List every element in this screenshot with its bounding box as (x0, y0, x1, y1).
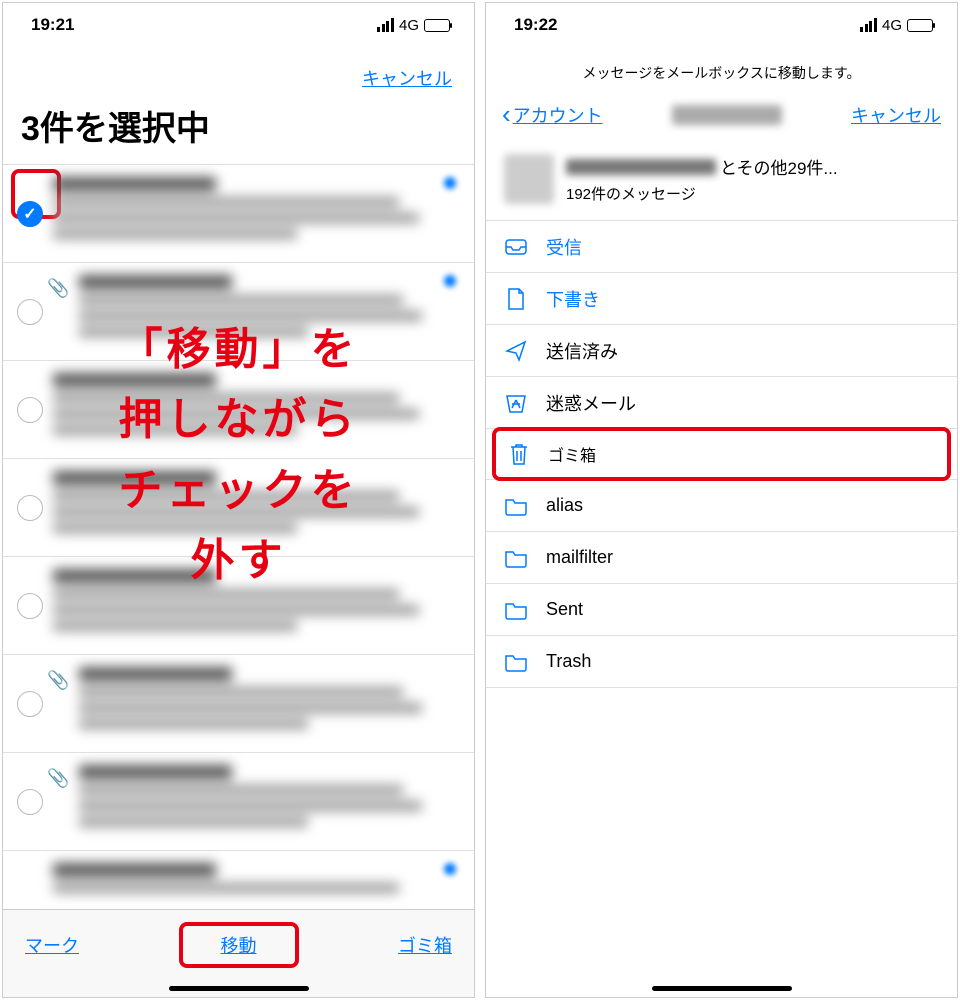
blurred-content (79, 667, 460, 729)
blurred-thumbnail (504, 154, 554, 204)
page-title: 3件を選択中 (3, 97, 474, 164)
battery-icon (424, 19, 450, 32)
mail-item[interactable] (3, 165, 474, 263)
folder-list: 受信 下書き 送信済み 迷惑メール ゴミ箱 alias mailfilter S… (486, 221, 957, 979)
folder-item[interactable]: mailfilter (486, 532, 957, 584)
folder-icon (504, 652, 528, 672)
attachment-icon: 📎 (47, 670, 69, 691)
mail-item[interactable] (3, 361, 474, 459)
blurred-sender (566, 159, 716, 175)
checkbox-icon[interactable] (17, 299, 43, 325)
attachment-icon: 📎 (47, 278, 69, 299)
blurred-content (53, 863, 460, 893)
folder-item[interactable]: alias (486, 480, 957, 532)
mail-list[interactable]: 📎 📎 (3, 164, 474, 909)
mark-button[interactable]: マーク (25, 932, 79, 958)
home-indicator (652, 986, 792, 991)
folder-icon (504, 496, 528, 516)
checkbox-icon[interactable] (17, 397, 43, 423)
folder-item-trash[interactable]: ゴミ箱 (486, 427, 957, 480)
chevron-left-icon: ‹ (502, 99, 511, 130)
back-label: アカウント (513, 102, 603, 128)
folder-item[interactable]: 送信済み (486, 325, 957, 377)
blurred-content (53, 569, 460, 631)
inbox-icon (504, 237, 528, 257)
phone-right: 19:22 4G メッセージをメールボックスに移動します。 ‹ アカウント キャ… (485, 2, 958, 998)
checkbox-icon[interactable] (17, 789, 43, 815)
folder-label: 下書き (546, 286, 600, 312)
status-bar: 19:21 4G (3, 3, 474, 47)
trash-icon (508, 442, 530, 466)
folder-label: Trash (546, 651, 591, 672)
cancel-button[interactable]: キャンセル (851, 102, 941, 128)
checkbox-icon[interactable] (17, 691, 43, 717)
folder-label: Sent (546, 599, 583, 620)
blurred-content (53, 471, 460, 533)
sent-icon (504, 339, 528, 363)
mail-item[interactable] (3, 851, 474, 909)
folder-item[interactable]: Sent (486, 584, 957, 636)
status-time: 19:21 (31, 15, 74, 35)
phone-left: 19:21 4G キャンセル 3件を選択中 📎 (2, 2, 475, 998)
summary-suffix: とその他29件... (720, 154, 838, 179)
back-button[interactable]: ‹ アカウント (502, 99, 603, 130)
mail-item[interactable]: 📎 (3, 263, 474, 361)
blurred-account-name (672, 105, 782, 125)
draft-icon (504, 287, 528, 311)
checkbox-icon[interactable] (17, 495, 43, 521)
checkbox-icon[interactable] (17, 593, 43, 619)
mail-item[interactable]: 📎 (3, 655, 474, 753)
nav-row: ‹ アカウント キャンセル (486, 93, 957, 144)
annotation-box-trash: ゴミ箱 (492, 427, 951, 481)
unread-dot-icon (444, 177, 456, 189)
blurred-content (79, 275, 460, 337)
mail-item[interactable]: 📎 (3, 753, 474, 851)
folder-item[interactable]: 下書き (486, 273, 957, 325)
folder-label: alias (546, 495, 583, 516)
folder-label: 送信済み (546, 338, 618, 364)
folder-label: 受信 (546, 234, 582, 260)
status-right: 4G (377, 17, 450, 34)
folder-label: ゴミ箱 (548, 442, 596, 466)
toolbar: マーク 移動 ゴミ箱 (3, 909, 474, 979)
status-time: 19:22 (514, 15, 557, 35)
mail-item[interactable] (3, 459, 474, 557)
unread-dot-icon (444, 863, 456, 875)
blurred-content (79, 765, 460, 827)
folder-icon (504, 600, 528, 620)
home-indicator (169, 986, 309, 991)
move-button[interactable]: 移動 (221, 932, 257, 958)
folder-label: 迷惑メール (546, 390, 636, 416)
page-subtitle: メッセージをメールボックスに移動します。 (486, 47, 957, 93)
signal-icon (377, 18, 394, 32)
network-label: 4G (882, 17, 902, 34)
junk-icon (504, 392, 528, 414)
battery-icon (907, 19, 933, 32)
folder-item[interactable]: 迷惑メール (486, 377, 957, 429)
blurred-content (53, 177, 460, 239)
signal-icon (860, 18, 877, 32)
unread-dot-icon (444, 275, 456, 287)
folder-label: mailfilter (546, 547, 613, 568)
network-label: 4G (399, 17, 419, 34)
mail-item[interactable] (3, 557, 474, 655)
folder-item[interactable]: 受信 (486, 221, 957, 273)
status-bar: 19:22 4G (486, 3, 957, 47)
blurred-content (53, 373, 460, 435)
attachment-icon: 📎 (47, 768, 69, 789)
cancel-button[interactable]: キャンセル (362, 69, 452, 89)
status-right: 4G (860, 17, 933, 34)
message-summary: とその他29件... 192件のメッセージ (486, 144, 957, 221)
checkbox-checked-icon[interactable] (17, 201, 43, 227)
folder-item[interactable]: Trash (486, 636, 957, 688)
folder-icon (504, 548, 528, 568)
trash-button[interactable]: ゴミ箱 (398, 932, 452, 958)
message-count: 192件のメッセージ (566, 183, 838, 204)
